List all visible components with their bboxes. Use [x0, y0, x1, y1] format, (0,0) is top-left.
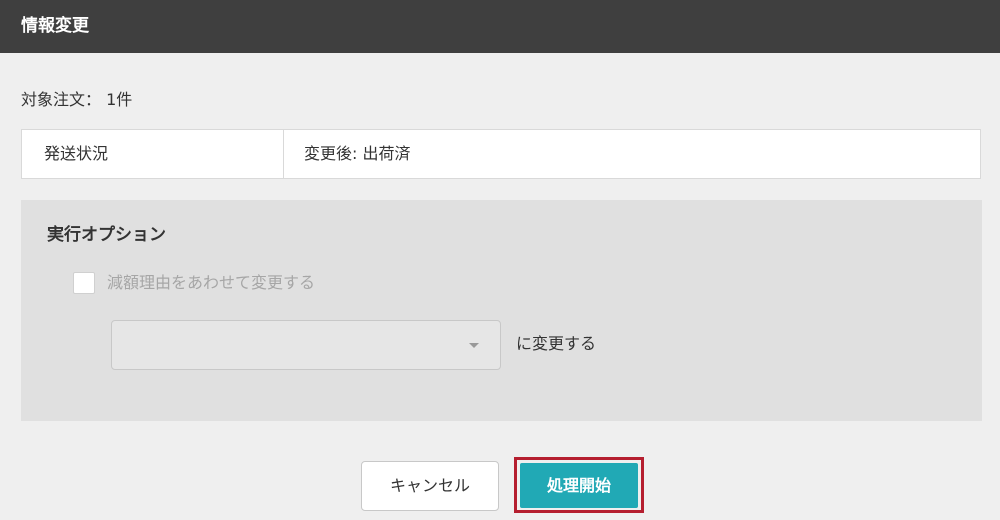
target-order-count: 対象注文： 1件	[21, 89, 132, 111]
options-title: 実行オプション	[47, 225, 166, 245]
summary-change-value: 変更後: 出荷済	[304, 144, 411, 163]
dialog-title: 情報変更	[21, 16, 89, 36]
summary-field-cell: 発送状況	[22, 130, 284, 178]
reduction-reason-checkbox[interactable]	[73, 272, 95, 294]
dialog-header: 情報変更	[0, 0, 1000, 53]
change-summary-table: 発送状況 変更後: 出荷済	[21, 129, 981, 179]
cancel-button[interactable]: キャンセル	[361, 461, 499, 511]
reduction-reason-select[interactable]	[111, 320, 501, 370]
summary-field-label: 発送状況	[44, 144, 109, 163]
chevron-down-icon	[469, 343, 479, 348]
execution-options-panel: 実行オプション 減額理由をあわせて変更する に変更する	[21, 200, 982, 421]
start-processing-button[interactable]: 処理開始	[520, 463, 638, 508]
target-count-value: 1件	[106, 90, 133, 109]
select-suffix-label: に変更する	[516, 334, 597, 353]
target-label: 対象注文：	[21, 90, 102, 109]
reduction-reason-checkbox-label: 減額理由をあわせて変更する	[107, 273, 316, 292]
